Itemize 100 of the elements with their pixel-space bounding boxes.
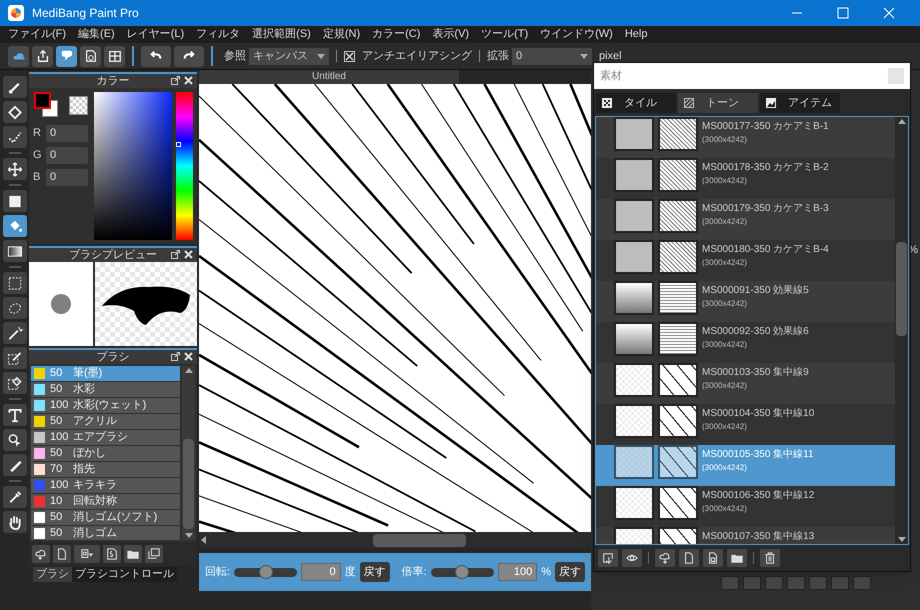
materials-button[interactable] [679,549,699,567]
scrollbar-thumb[interactable] [896,242,907,336]
materials-button[interactable] [727,549,747,567]
menu-item[interactable]: Help [624,26,648,43]
menu-item[interactable]: ウインドウ(W) [540,26,613,43]
material-list-item[interactable]: MS000092-350 効果線6 (3000x4242) [596,322,895,363]
menu-item[interactable]: ファイル(F) [8,26,66,43]
menu-item[interactable]: 編集(E) [78,26,115,43]
undock-icon[interactable] [171,250,180,259]
materials-tab[interactable]: タイル [596,93,676,113]
material-list-item[interactable]: MS000178-350 カケアミB-2 (3000x4242) [596,158,895,199]
menu-item[interactable]: 定規(N) [322,26,360,43]
material-list-item[interactable]: MS000107-350 集中線13 [596,527,895,544]
materials-tab[interactable]: アイテム [760,93,840,113]
close-icon[interactable] [184,352,193,361]
material-list-item[interactable]: MS000103-350 集中線9 (3000x4242) [596,363,895,404]
brush-list-item[interactable]: 50 アクリル [31,414,180,429]
tool-button[interactable] [2,454,26,476]
channel-value-field[interactable]: 0 [46,147,88,164]
brush-list-item[interactable]: 100 キラキラ [31,478,180,493]
channel-value-field[interactable]: 0 [46,125,88,142]
menu-item[interactable]: フィルタ [196,26,240,43]
brush-panel-button[interactable] [53,545,71,563]
brush-list-item[interactable]: 50 水彩 [31,382,180,397]
menu-item[interactable]: レイヤー(L) [126,26,184,43]
tool-button[interactable] [2,347,26,369]
tool-button[interactable] [2,429,26,451]
brush-list-item[interactable]: 70 指先 [31,462,180,477]
toolbar-button[interactable] [104,46,125,66]
material-list-item[interactable]: MS000177-350 カケアミB-1 (3000x4242) [596,117,895,158]
material-list-item[interactable]: MS000179-350 カケアミB-3 (3000x4242) [596,199,895,240]
tool-button[interactable] [2,126,26,148]
brush-panel-button[interactable] [124,545,142,563]
menu-item[interactable]: 選択範囲(S) [252,26,311,43]
material-list-item[interactable]: MS000104-350 集中線10 (3000x4242) [596,404,895,445]
materials-button[interactable] [655,549,675,567]
tool-button[interactable] [2,190,26,212]
slider-thumb[interactable] [455,564,470,578]
slider-track[interactable] [430,568,494,576]
materials-tab[interactable]: トーン [678,93,758,113]
scrollbar[interactable] [182,366,195,540]
menu-item[interactable]: ツール(T) [481,26,528,43]
tool-button[interactable] [2,322,26,344]
value-field[interactable]: 100 [498,563,538,581]
close-icon[interactable] [184,250,193,259]
scrollbar-thumb[interactable] [183,439,194,529]
toolbar-button[interactable] [32,46,53,66]
slider-track[interactable] [234,568,298,576]
antialias-checkbox[interactable] [344,50,355,62]
scrollbar[interactable] [895,117,908,544]
tool-button[interactable] [2,272,26,294]
tool-button[interactable] [2,76,26,98]
brush-panel-button[interactable] [32,545,50,563]
horizontal-scrollbar[interactable] [199,532,591,548]
value-field[interactable]: 0 [301,563,341,581]
color-swatches-icon[interactable] [34,92,58,117]
toolbar-button[interactable] [80,46,101,66]
hue-handle[interactable] [176,142,182,148]
transparent-swatch[interactable] [69,96,88,115]
reset-button[interactable]: 戻す [555,562,585,582]
material-list-item[interactable]: MS000106-350 集中線12 (3000x4242) [596,486,895,527]
slider-thumb[interactable] [258,564,273,578]
tool-button[interactable] [2,215,26,237]
undo-button[interactable] [141,46,171,66]
material-list-item[interactable]: MS000180-350 カケアミB-4 (3000x4242) [596,240,895,281]
materials-button[interactable] [703,549,723,567]
material-list-item[interactable]: MS000091-350 効果線5 (3000x4242) [596,281,895,322]
tool-button[interactable] [2,511,26,533]
panel-tab[interactable]: ブラシコントロール [72,567,177,582]
brush-list-item[interactable]: 50 消しゴム(ソフト) [31,510,180,525]
brush-list-item[interactable]: 10 回転対称 [31,494,180,509]
brush-panel-button[interactable] [74,545,100,563]
close-icon[interactable] [184,76,193,85]
document-tab[interactable]: Untitled [199,70,459,84]
tool-button[interactable] [2,297,26,319]
hue-slider[interactable] [176,92,193,240]
reference-dropdown[interactable]: キャンバス [249,48,329,64]
brush-panel-button[interactable] [145,545,163,563]
redo-button[interactable] [174,46,204,66]
tool-button[interactable] [2,158,26,180]
brush-list-item[interactable]: 100 水彩(ウェット) [31,398,180,413]
saturation-value-picker[interactable] [94,92,172,240]
tool-button[interactable] [2,372,26,394]
brush-list-item[interactable]: 100 エアブラシ [31,430,180,445]
brush-panel-button[interactable] [103,545,121,563]
tool-button[interactable] [2,486,26,508]
scrollbar-thumb[interactable] [373,534,466,546]
menu-item[interactable]: 表示(V) [432,26,470,43]
brush-list-item[interactable]: 50 ぼかし [31,446,180,461]
panel-tab[interactable]: ブラシ [33,567,72,582]
tool-button[interactable] [2,404,26,426]
tool-button[interactable] [2,101,26,123]
brush-list-item[interactable]: 50 消しゴム [31,526,180,540]
reset-button[interactable]: 戻す [360,562,390,582]
toolbar-button[interactable] [56,46,77,66]
undock-icon[interactable] [171,76,180,85]
materials-button[interactable] [622,549,642,567]
undock-icon[interactable] [171,352,180,361]
menu-item[interactable]: カラー(C) [372,26,420,43]
materials-button[interactable] [598,549,618,567]
